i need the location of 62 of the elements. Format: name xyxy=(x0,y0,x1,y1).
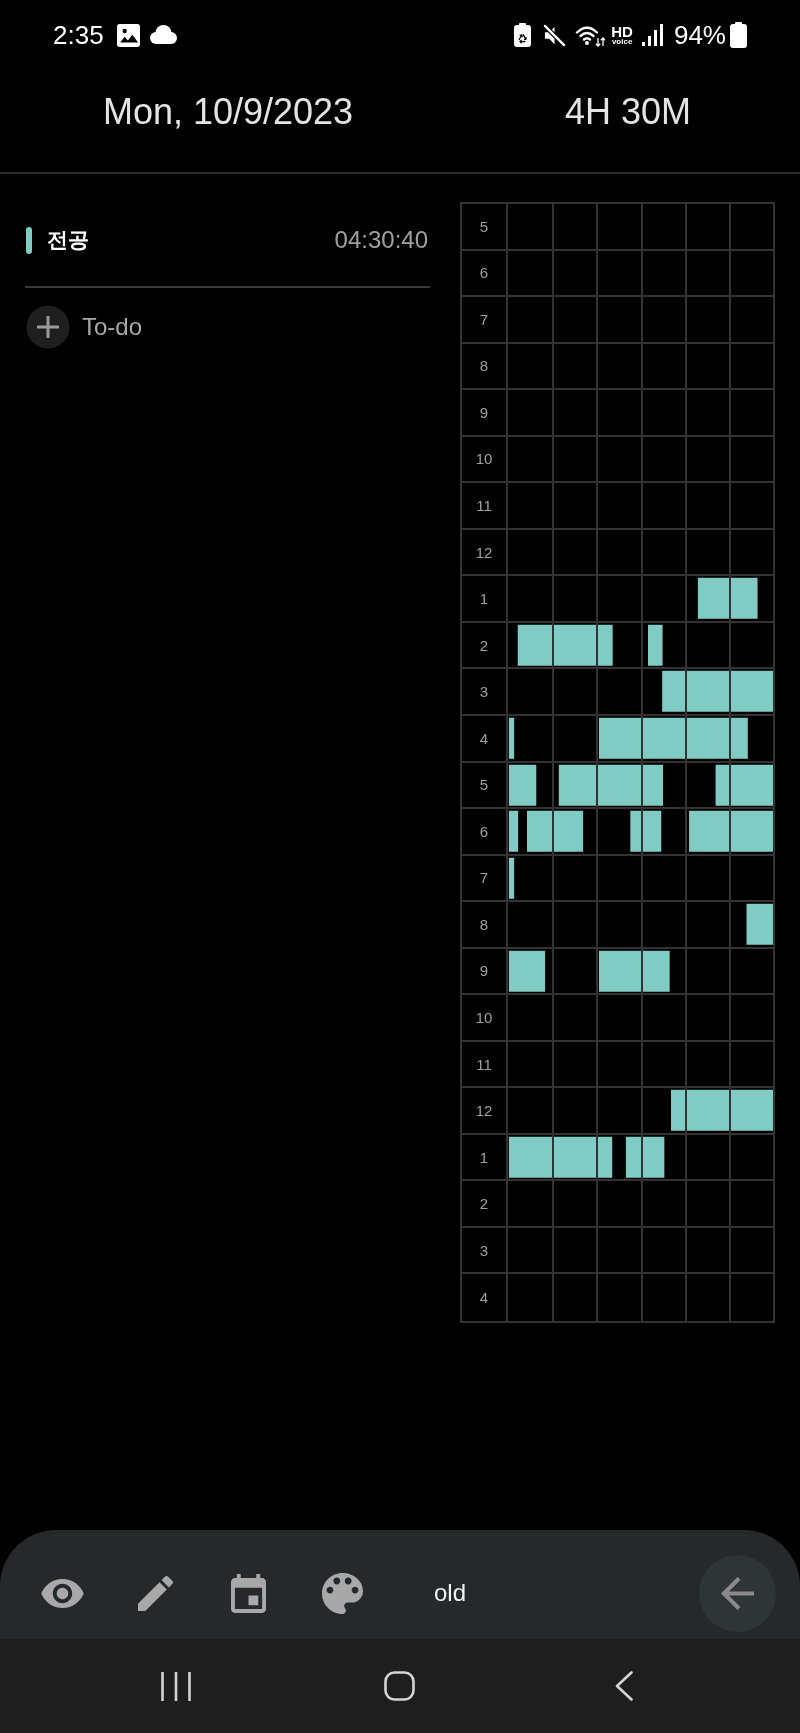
hour-label: 3 xyxy=(479,1241,489,1259)
hour-label: 1 xyxy=(479,590,489,608)
time-block xyxy=(508,810,519,852)
hd-label: HD xyxy=(611,24,633,39)
signal-icon xyxy=(641,24,664,46)
time-block xyxy=(697,578,758,620)
recent-apps-icon[interactable] xyxy=(161,1671,191,1701)
time-block xyxy=(630,810,662,852)
back-icon[interactable] xyxy=(615,1671,633,1701)
subject-name[interactable]: 전공 xyxy=(47,226,89,254)
plus-icon xyxy=(26,305,70,349)
add-todo-button[interactable]: To-do xyxy=(26,305,143,349)
back-arrow-icon xyxy=(721,1576,754,1610)
hour-label: 2 xyxy=(479,636,489,654)
hour-label: 9 xyxy=(479,403,489,421)
hour-label: 6 xyxy=(479,264,489,282)
hour-label: 3 xyxy=(479,683,489,701)
cloud-icon xyxy=(147,25,178,45)
hour-label: 10 xyxy=(475,450,493,468)
battery-percent: 94% xyxy=(673,20,726,50)
hour-label: 1 xyxy=(479,1148,489,1166)
status-time: 2:35 xyxy=(53,20,104,50)
time-block xyxy=(625,1136,665,1178)
hour-label: 4 xyxy=(479,729,489,747)
time-block xyxy=(715,764,773,806)
hour-label: 12 xyxy=(475,543,493,561)
eye-icon[interactable] xyxy=(41,1578,84,1608)
total-time: 4H 30M xyxy=(564,91,692,133)
hour-label: 7 xyxy=(479,310,489,328)
hour-label: 7 xyxy=(479,869,489,887)
hour-label: 10 xyxy=(475,1008,493,1026)
home-icon[interactable] xyxy=(384,1671,415,1701)
time-block xyxy=(527,810,584,852)
battery-icon xyxy=(730,22,747,48)
hour-label: 5 xyxy=(479,217,489,235)
date-title: Mon, 10/9/2023 xyxy=(102,91,354,133)
time-block xyxy=(508,717,515,759)
hour-label: 12 xyxy=(475,1102,493,1120)
mode-button[interactable]: old xyxy=(434,1579,467,1607)
calendar-icon[interactable] xyxy=(231,1573,266,1613)
pencil-icon[interactable] xyxy=(138,1575,173,1611)
hour-label: 9 xyxy=(479,962,489,980)
time-block xyxy=(746,903,773,945)
hour-label: 8 xyxy=(479,915,489,933)
hour-label: 11 xyxy=(476,1055,492,1073)
hour-label: 5 xyxy=(479,776,489,794)
hour-label: 6 xyxy=(479,822,489,840)
time-block xyxy=(508,857,515,899)
mute-icon xyxy=(543,23,567,47)
hour-label: 2 xyxy=(479,1195,489,1213)
battery-recycle-icon xyxy=(514,23,532,47)
palette-icon[interactable] xyxy=(322,1572,363,1614)
image-icon xyxy=(116,23,140,47)
time-block xyxy=(508,950,546,992)
voice-label: voice xyxy=(611,38,633,46)
time-block xyxy=(508,764,537,806)
time-block xyxy=(599,950,670,992)
hour-label: 4 xyxy=(479,1289,489,1307)
hour-label: 11 xyxy=(476,497,492,514)
time-block xyxy=(648,624,663,666)
subject-time: 04:30:40 xyxy=(334,226,429,254)
hour-label: 8 xyxy=(479,357,489,375)
